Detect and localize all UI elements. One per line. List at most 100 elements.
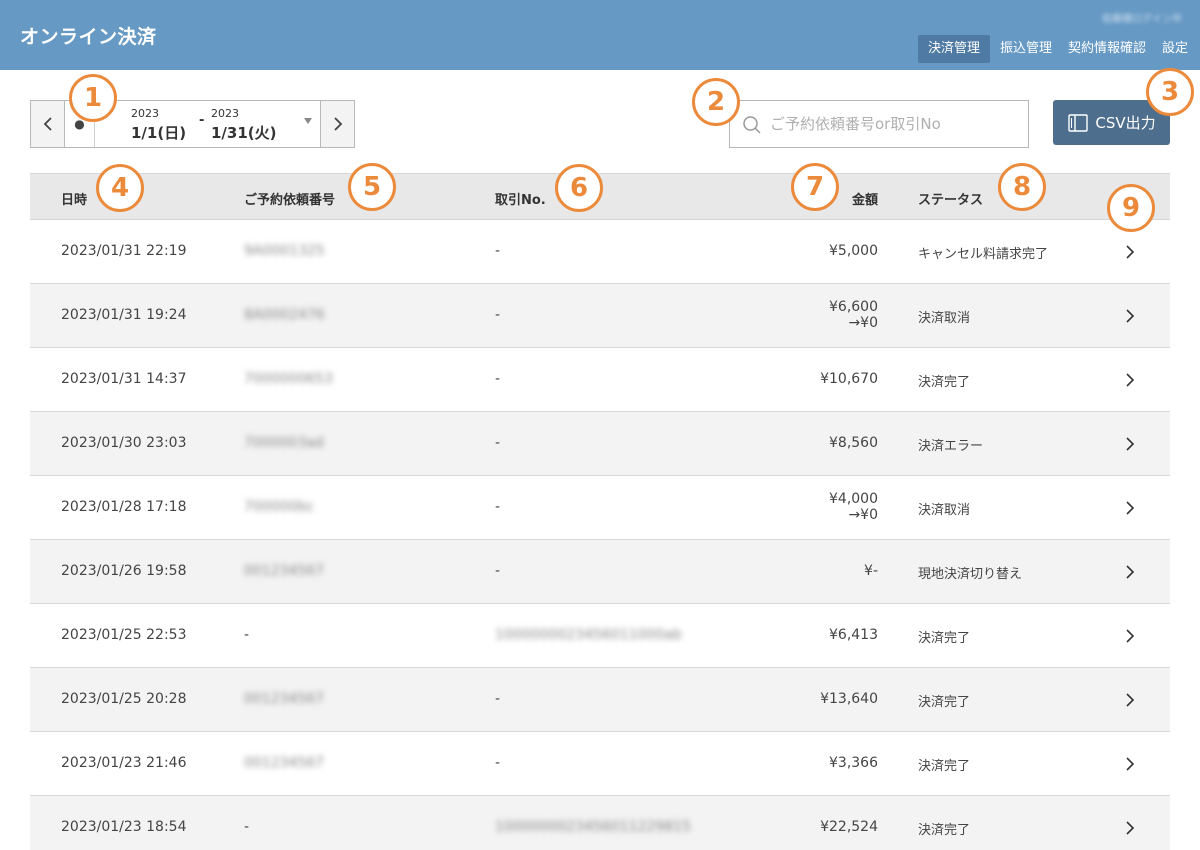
main-nav: 決済管理 振込管理 契約情報確認 設定: [914, 35, 1194, 63]
chevron-right-icon[interactable]: [1124, 819, 1136, 837]
row-amount: ¥3,366: [829, 755, 878, 771]
table-row[interactable]: 2023/01/31 14:37 7000000653 - ¥10,670 決済…: [30, 348, 1170, 412]
row-status: 決済完了: [918, 759, 971, 774]
table-row[interactable]: 2023/01/23 18:54 - 100000002345601122981…: [30, 796, 1170, 850]
date-end: 1/31(火): [211, 124, 277, 142]
row-status: 決済完了: [918, 631, 971, 646]
caret-down-icon: [304, 118, 312, 124]
row-amount: ¥-: [864, 563, 878, 579]
table-row[interactable]: 2023/01/25 22:53 - 1000000023456011000ab…: [30, 604, 1170, 668]
book-icon: [1068, 113, 1089, 132]
user-name: 佐藤様ログイン中: [1102, 14, 1182, 25]
chevron-left-icon: [43, 117, 52, 131]
table-row[interactable]: 2023/01/31 22:19 9A0001325 - ¥5,000 キャンセ…: [30, 220, 1170, 284]
row-status: 決済完了: [918, 695, 971, 710]
row-date: 2023/01/25 22:53: [61, 627, 187, 643]
payments-table: 日時 ご予約依頼番号 取引No. 金額 ステータス 2023/01/31 22:…: [30, 173, 1170, 850]
row-date: 2023/01/31 14:37: [61, 371, 187, 387]
row-date: 2023/01/23 21:46: [61, 755, 187, 771]
search-input[interactable]: [770, 101, 1020, 147]
prev-period-button[interactable]: [31, 101, 65, 147]
table-row[interactable]: 2023/01/25 20:28 001234567 - ¥13,640 決済完…: [30, 668, 1170, 732]
row-status: 決済取消: [918, 311, 971, 326]
callout-6: 6: [555, 164, 603, 212]
row-amount-after: →¥0: [848, 507, 878, 523]
row-request-no: 700000bc: [244, 499, 315, 515]
table-row[interactable]: 2023/01/26 19:58 001234567 - ¥- 現地決済切り替え: [30, 540, 1170, 604]
table-row[interactable]: 2023/01/23 21:46 001234567 - ¥3,366 決済完了: [30, 732, 1170, 796]
row-date: 2023/01/31 22:19: [61, 243, 187, 259]
row-amount: ¥13,640: [820, 691, 878, 707]
row-request-no: 7000000653: [244, 371, 334, 387]
column-header-request-no: ご予約依頼番号: [244, 193, 336, 208]
nav-item-settings[interactable]: 設定: [1156, 35, 1194, 63]
column-header-date: 日時: [61, 193, 88, 208]
row-status: 決済取消: [918, 503, 971, 518]
table-row[interactable]: 2023/01/28 17:18 700000bc - ¥4,000 →¥0 決済…: [30, 476, 1170, 540]
row-amount: ¥8,560: [829, 435, 878, 451]
table-row[interactable]: 2023/01/30 23:03 7000003ad - ¥8,560 決済エラ…: [30, 412, 1170, 476]
row-transaction-no: -: [495, 691, 501, 707]
chevron-right-icon[interactable]: [1124, 435, 1136, 453]
nav-item-transfer-management[interactable]: 振込管理: [994, 35, 1058, 63]
row-transaction-no: -: [495, 243, 501, 259]
callout-7: 7: [791, 163, 839, 211]
table-row[interactable]: 2023/01/31 19:24 8A0002476 - ¥6,600 →¥0 決…: [30, 284, 1170, 348]
row-amount: ¥6,413: [829, 627, 878, 643]
row-request-no: 7000003ad: [244, 435, 324, 451]
nav-item-contract-info[interactable]: 契約情報確認: [1062, 35, 1152, 63]
app-title: オンライン決済: [20, 26, 157, 48]
chevron-right-icon[interactable]: [1124, 499, 1136, 517]
date-end-year: 2023: [211, 107, 239, 120]
row-transaction-no: -: [495, 755, 501, 771]
row-status: 決済エラー: [918, 439, 984, 454]
row-transaction-no: 1000000023456011000ab: [495, 627, 682, 643]
next-period-button[interactable]: [320, 101, 354, 147]
date-start-year: 2023: [131, 107, 159, 120]
chevron-right-icon: [333, 117, 342, 131]
row-date: 2023/01/28 17:18: [61, 499, 187, 515]
chevron-right-icon[interactable]: [1124, 627, 1136, 645]
chevron-right-icon[interactable]: [1124, 371, 1136, 389]
column-header-transaction-no: 取引No.: [495, 193, 546, 208]
nav-item-payment-management[interactable]: 決済管理: [917, 35, 990, 63]
chevron-right-icon[interactable]: [1124, 755, 1136, 773]
row-amount: ¥10,670: [820, 371, 878, 387]
search-icon: [743, 116, 761, 134]
row-request-no: 9A0001325: [244, 243, 325, 259]
row-transaction-no: -: [495, 307, 501, 323]
row-transaction-no: -: [495, 435, 501, 451]
row-amount: ¥6,600 →¥0: [829, 299, 878, 331]
column-header-amount: 金額: [851, 193, 878, 208]
callout-1: 1: [69, 74, 117, 122]
callout-5: 5: [348, 163, 396, 211]
row-status: 決済完了: [918, 375, 971, 390]
row-amount-original: ¥6,600: [829, 299, 878, 315]
row-date: 2023/01/26 19:58: [61, 563, 187, 579]
search-box: [729, 100, 1029, 148]
row-request-no: 001234567: [244, 563, 325, 579]
row-request-no: -: [244, 627, 250, 643]
row-status: 決済完了: [918, 823, 971, 838]
csv-export-label: CSV出力: [1095, 114, 1156, 132]
date-range-picker[interactable]: 2023 1/1(日) - 2023 1/31(火): [95, 101, 320, 147]
column-header-status: ステータス: [918, 193, 984, 208]
row-date: 2023/01/23 18:54: [61, 819, 187, 835]
chevron-right-icon[interactable]: [1124, 243, 1136, 261]
row-amount-after: →¥0: [848, 315, 878, 331]
row-date: 2023/01/30 23:03: [61, 435, 187, 451]
row-transaction-no: -: [495, 371, 501, 387]
chevron-right-icon[interactable]: [1124, 691, 1136, 709]
row-amount: ¥4,000 →¥0: [829, 491, 878, 523]
row-amount: ¥5,000: [829, 243, 878, 259]
row-date: 2023/01/31 19:24: [61, 307, 187, 323]
chevron-right-icon[interactable]: [1124, 307, 1136, 325]
row-transaction-no: 1000000023456011229815: [495, 819, 691, 835]
row-status: 現地決済切り替え: [918, 567, 1023, 582]
row-request-no: 8A0002476: [244, 307, 325, 323]
app-header: オンライン決済 佐藤様ログイン中 決済管理 振込管理 契約情報確認 設定: [0, 0, 1200, 70]
chevron-right-icon[interactable]: [1124, 563, 1136, 581]
callout-4: 4: [96, 164, 144, 212]
row-request-no: 001234567: [244, 691, 325, 707]
row-amount: ¥22,524: [820, 819, 878, 835]
